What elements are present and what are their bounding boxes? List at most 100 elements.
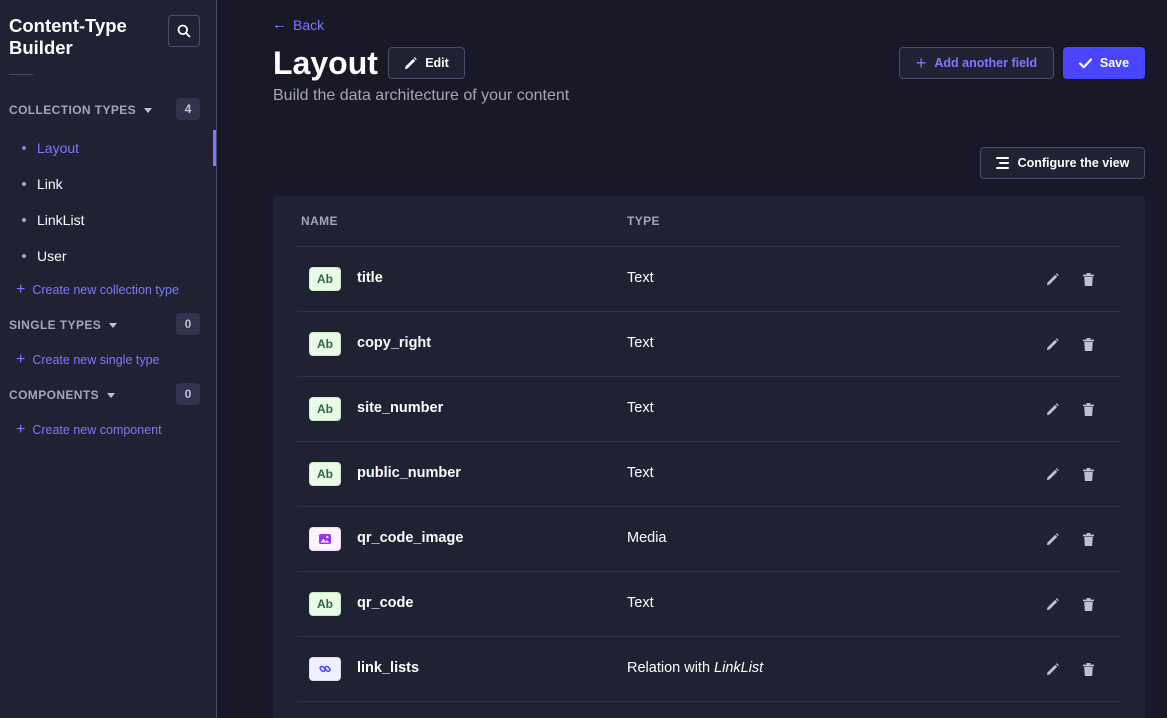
trash-icon	[1082, 597, 1094, 611]
add-another-field-button[interactable]: + Add another field	[899, 47, 1054, 79]
table-row[interactable]: Ab site_number Text	[297, 377, 1121, 442]
trash-icon	[1082, 272, 1094, 286]
pencil-icon	[1046, 532, 1059, 545]
check-icon	[1078, 57, 1092, 68]
delete-field-button[interactable]	[1079, 660, 1097, 678]
column-header-type: TYPE	[627, 214, 660, 228]
save-button[interactable]: Save	[1063, 47, 1145, 79]
pencil-icon	[1046, 402, 1059, 415]
sidebar-item-layout[interactable]: Layout	[22, 140, 79, 156]
field-type-label: Relation with	[627, 660, 715, 676]
page-subtitle: Build the data architecture of your cont…	[273, 87, 570, 104]
trash-icon	[1082, 402, 1094, 416]
trash-icon	[1082, 467, 1094, 481]
pencil-icon	[1046, 662, 1059, 675]
sidebar-item-label: LinkList	[37, 212, 85, 228]
create-collection-type-label: Create new collection type	[32, 283, 179, 297]
field-name: qr_code_image	[357, 530, 464, 546]
add-another-field-label: Add another field	[934, 56, 1038, 70]
table-row[interactable]: Ab title Text	[297, 247, 1121, 312]
save-label: Save	[1099, 56, 1130, 70]
media-type-icon	[309, 527, 341, 551]
text-type-icon: Ab	[309, 462, 341, 486]
field-name: site_number	[357, 400, 444, 416]
trash-icon	[1082, 662, 1094, 676]
text-type-icon: Ab	[309, 332, 341, 356]
caret-down-icon	[107, 392, 116, 398]
edit-label: Edit	[425, 56, 449, 70]
pencil-icon	[1046, 337, 1059, 350]
sidebar-divider	[9, 74, 33, 75]
column-header-name: NAME	[301, 214, 338, 228]
field-type: Text	[627, 595, 654, 611]
edit-field-button[interactable]	[1043, 530, 1061, 548]
edit-button[interactable]: Edit	[388, 47, 465, 79]
create-single-type-label: Create new single type	[32, 353, 160, 367]
table-row[interactable]: qr_code_image Media	[297, 507, 1121, 572]
sidebar-item-label: Layout	[37, 140, 80, 156]
sidebar-item-label: Link	[37, 176, 63, 192]
edit-field-button[interactable]	[1043, 335, 1061, 353]
delete-field-button[interactable]	[1079, 530, 1097, 548]
delete-field-button[interactable]	[1079, 270, 1097, 288]
relation-type-icon	[309, 657, 341, 681]
field-name: public_number	[357, 465, 461, 481]
table-row[interactable]: link_lists Relation with LinkList	[297, 637, 1121, 702]
create-component-label: Create new component	[32, 423, 162, 437]
edit-field-button[interactable]	[1043, 270, 1061, 288]
back-label: Back	[293, 16, 325, 33]
table-row[interactable]: Ab public_number Text	[297, 442, 1121, 507]
sidebar-item-linklist[interactable]: LinkList	[22, 212, 84, 228]
delete-field-button[interactable]	[1079, 335, 1097, 353]
delete-field-button[interactable]	[1079, 465, 1097, 483]
table-row[interactable]: Ab copy_right Text	[297, 312, 1121, 377]
field-name: title	[357, 270, 383, 286]
field-type: Relation with LinkList	[627, 660, 763, 676]
section-components-label: COMPONENTS	[9, 388, 100, 402]
bullet-icon	[22, 218, 26, 222]
sidebar: Content-Type Builder COLLECTION TYPES 4 …	[0, 0, 217, 718]
field-type-label: Media	[627, 530, 667, 546]
caret-down-icon	[144, 107, 153, 113]
caret-down-icon	[109, 322, 118, 328]
field-name: copy_right	[357, 335, 432, 351]
field-type-label: Text	[627, 400, 654, 416]
edit-field-button[interactable]	[1043, 595, 1061, 613]
edit-field-button[interactable]	[1043, 400, 1061, 418]
sidebar-item-link[interactable]: Link	[22, 176, 63, 192]
field-type: Text	[627, 270, 654, 286]
single-types-count-badge: 0	[176, 313, 200, 335]
field-name: link_lists	[357, 660, 420, 676]
plus-icon: +	[16, 421, 26, 438]
bullet-icon	[22, 254, 26, 258]
create-collection-type-link[interactable]: + Create new collection type	[16, 282, 179, 298]
plus-icon: +	[16, 351, 26, 368]
sidebar-search-button[interactable]	[168, 15, 200, 47]
pencil-icon	[1046, 272, 1059, 285]
create-component-link[interactable]: + Create new component	[16, 421, 162, 438]
edit-field-button[interactable]	[1043, 465, 1061, 483]
delete-field-button[interactable]	[1079, 595, 1097, 613]
section-single-types-label: SINGLE TYPES	[9, 318, 102, 332]
bullet-icon	[22, 182, 26, 186]
delete-field-button[interactable]	[1079, 400, 1097, 418]
page-title: Layout	[273, 45, 378, 81]
edit-field-button[interactable]	[1043, 660, 1061, 678]
sidebar-item-user[interactable]: User	[22, 248, 67, 264]
pencil-icon	[1046, 597, 1059, 610]
back-link[interactable]: ← Back	[272, 16, 324, 33]
configure-view-button[interactable]: Configure the view	[980, 147, 1145, 179]
field-name: qr_code	[357, 595, 414, 611]
field-type-label: Text	[627, 465, 654, 481]
table-row[interactable]: Ab qr_code Text	[297, 572, 1121, 637]
section-components[interactable]: COMPONENTS	[9, 388, 116, 402]
search-icon	[177, 24, 191, 38]
plus-icon: +	[915, 53, 927, 73]
collection-types-count-badge: 4	[176, 98, 200, 120]
section-single-types[interactable]: SINGLE TYPES	[9, 318, 118, 332]
components-count-badge: 0	[176, 383, 200, 405]
section-collection-types[interactable]: COLLECTION TYPES	[9, 103, 153, 117]
arrow-left-icon: ←	[272, 16, 287, 33]
text-type-icon: Ab	[309, 592, 341, 616]
create-single-type-link[interactable]: + Create new single type	[16, 351, 160, 368]
